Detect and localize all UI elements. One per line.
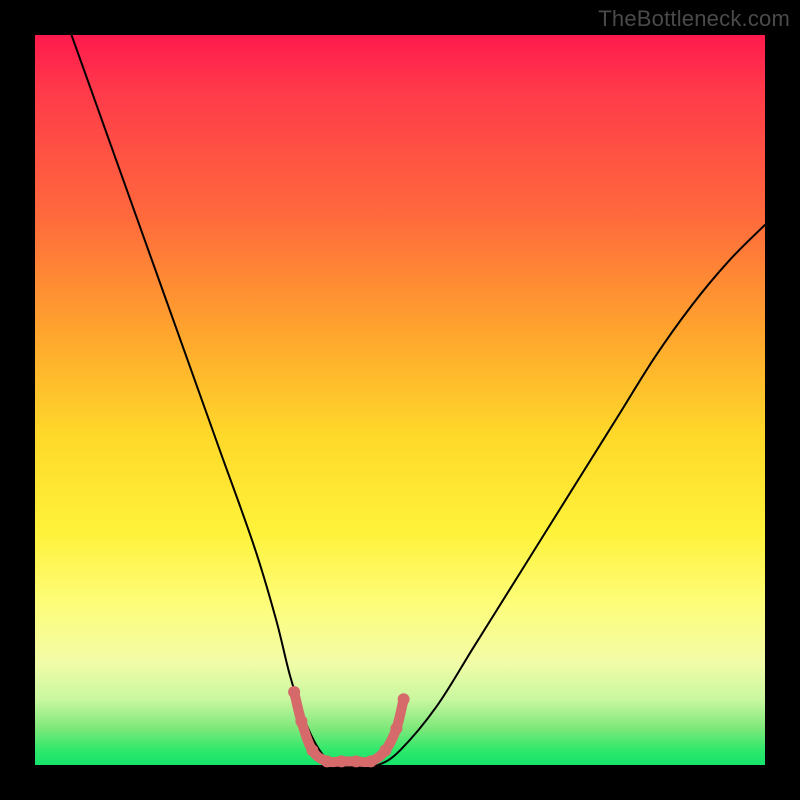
watermark-text: TheBottleneck.com	[598, 6, 790, 32]
chart-stage: TheBottleneck.com	[0, 0, 800, 800]
valley-dot	[379, 744, 391, 756]
curve-layer	[35, 35, 765, 765]
valley-dot	[306, 744, 318, 756]
valley-dot	[295, 715, 307, 727]
plot-area	[35, 35, 765, 765]
valley-dot	[321, 755, 333, 767]
valley-dot	[350, 755, 362, 767]
valley-dot	[398, 693, 410, 705]
valley-dot	[336, 755, 348, 767]
bottleneck-curve	[72, 35, 766, 766]
valley-dot	[365, 755, 377, 767]
valley-dot	[288, 686, 300, 698]
valley-dot	[390, 723, 402, 735]
